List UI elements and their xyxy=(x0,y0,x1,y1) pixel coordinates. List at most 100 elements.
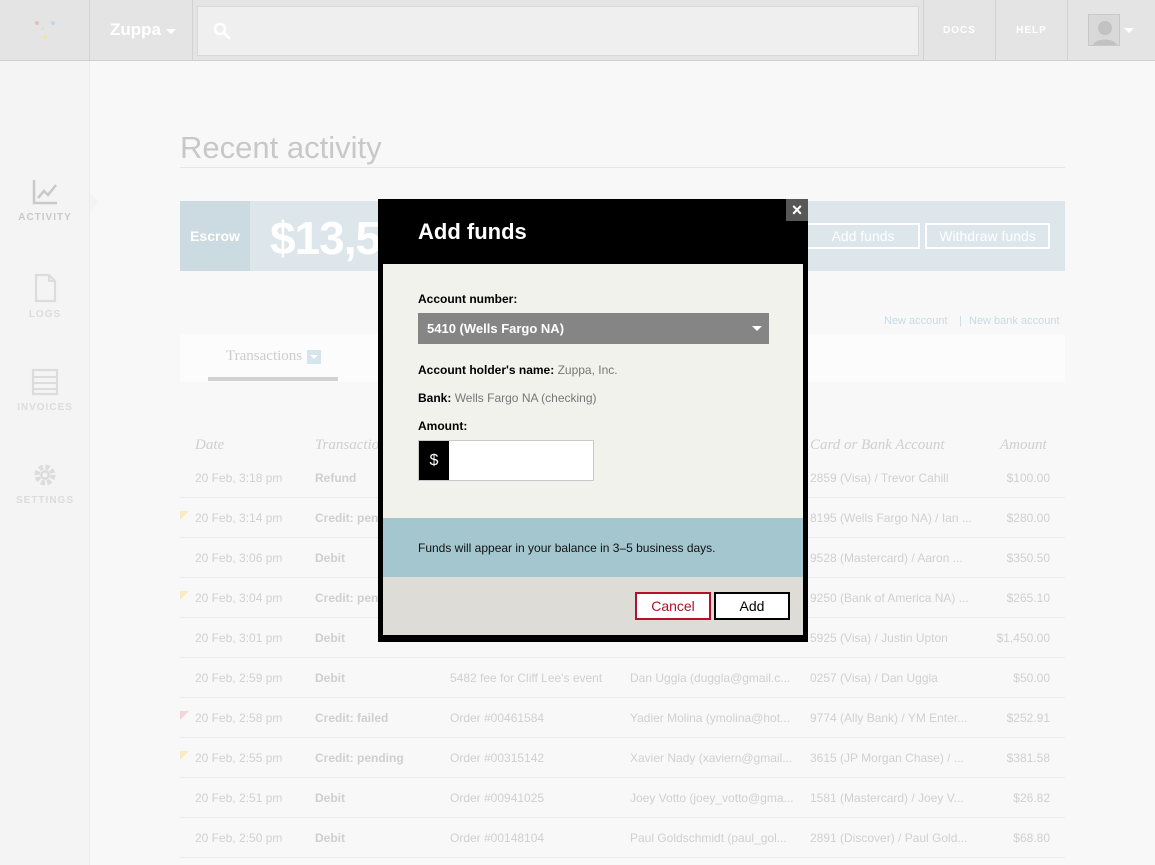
table-row[interactable]: 20 Feb, 2:55 pm Credit: pending Order #003… xyxy=(180,738,1065,778)
cell-amount: $26.82 xyxy=(1013,791,1050,805)
new-account-link[interactable]: New account xyxy=(884,315,948,327)
cell-type: Debit xyxy=(315,671,345,685)
brand-name: Zuppa xyxy=(110,20,161,39)
column-header-date[interactable]: Date xyxy=(195,437,224,454)
cell-card: 9774 (Ally Bank) / YM Enter... xyxy=(810,711,968,725)
cell-amount: $100.00 xyxy=(1006,471,1050,485)
sidebar-item-settings[interactable]: SETTINGS xyxy=(0,461,90,506)
new-bank-account-link[interactable]: New bank account xyxy=(969,315,1060,327)
cell-user: Paul Goldschmidt (paul_gol... xyxy=(630,831,787,845)
cell-date: 20 Feb, 3:14 pm xyxy=(195,511,283,525)
add-funds-button[interactable]: Add funds xyxy=(806,223,920,249)
dollar-prefix: $ xyxy=(419,441,449,480)
chevron-down-icon xyxy=(1124,28,1134,33)
table-row[interactable]: 20 Feb, 2:59 pm Debit 5482 fee for Cliff L… xyxy=(180,658,1065,698)
status-flag-failed xyxy=(180,711,189,720)
amount-label-text: Amount: xyxy=(418,419,468,433)
cell-card: 9250 (Bank of America NA) ... xyxy=(810,591,969,605)
sidebar-item-label: ACTIVITY xyxy=(18,212,72,223)
sidebar-item-activity[interactable]: ACTIVITY xyxy=(0,178,90,223)
cell-amount: $265.10 xyxy=(1006,591,1050,605)
bank-value: Wells Fargo NA (checking) xyxy=(454,391,597,405)
cell-type: Credit: pending xyxy=(315,751,404,765)
account-number-label: Account number: xyxy=(418,292,517,306)
cell-card: 2859 (Visa) / Trevor Cahill xyxy=(810,471,949,485)
cell-ref: Order #00941025 xyxy=(450,791,545,805)
active-tab-underline xyxy=(208,377,338,381)
amount-field-group: $ xyxy=(418,440,594,481)
user-menu[interactable] xyxy=(1067,0,1155,60)
cell-ref: Order #00315142 xyxy=(450,751,545,765)
invoices-table-icon xyxy=(31,368,59,396)
top-bar: Zuppa DOCS HELP xyxy=(0,0,1155,61)
sidebar: ACTIVITY LOGS INVOICES SETTINGS xyxy=(0,61,90,865)
cell-type: Debit xyxy=(315,831,345,845)
escrow-label: Escrow xyxy=(180,201,250,271)
add-funds-modal: Add funds Account number: 5410 (Wells Fa… xyxy=(378,199,808,642)
modal-footer: Cancel Add xyxy=(383,577,803,635)
account-holder-row: Account holder's name: Zuppa, Inc. xyxy=(418,363,618,377)
sidebar-item-invoices[interactable]: INVOICES xyxy=(0,368,90,413)
logs-document-icon xyxy=(34,273,57,303)
modal-title: Add funds xyxy=(418,219,527,244)
account-number-select[interactable]: 5410 (Wells Fargo NA) xyxy=(418,313,769,344)
help-link[interactable]: HELP xyxy=(995,0,1067,60)
page-title: Recent activity xyxy=(180,130,382,165)
activity-chart-icon xyxy=(32,180,57,205)
amount-label: Amount: xyxy=(418,419,467,433)
sidebar-item-logs[interactable]: LOGS xyxy=(0,273,90,320)
tab-transactions[interactable]: Transactions xyxy=(226,348,302,365)
status-flag-pending xyxy=(180,751,189,760)
cell-ref: 5482 fee for Cliff Lee's event xyxy=(450,671,603,685)
cell-user: Xavier Nady (xaviern@gmail... xyxy=(630,751,793,765)
withdraw-funds-button[interactable]: Withdraw funds xyxy=(925,223,1050,249)
brand-switcher[interactable]: Zuppa xyxy=(91,0,193,60)
table-row[interactable]: 20 Feb, 2:51 pm Debit Order #00941025 Joey … xyxy=(180,778,1065,818)
account-number-label-text: Account number: xyxy=(418,292,518,306)
cell-amount: $68.80 xyxy=(1013,831,1050,845)
add-button[interactable]: Add xyxy=(714,592,790,620)
column-header-transaction[interactable]: Transactio xyxy=(315,437,379,454)
cell-user: Joey Votto (joey_votto@gma... xyxy=(630,791,794,805)
cell-amount: $252.91 xyxy=(1006,711,1050,725)
logo-dot xyxy=(51,21,55,25)
cell-ref: Order #00461584 xyxy=(450,711,545,725)
table-row[interactable]: 20 Feb, 2:58 pm Credit: failed Order #0046… xyxy=(180,698,1065,738)
cell-card: 5925 (Visa) / Justin Upton xyxy=(810,631,948,645)
cell-card: 2891 (Discover) / Paul Gold... xyxy=(810,831,968,845)
column-header-card[interactable]: Card or Bank Account xyxy=(810,437,945,454)
cell-card: 0257 (Visa) / Dan Uggla xyxy=(810,671,938,685)
logo-dot xyxy=(35,21,39,25)
sidebar-item-label: INVOICES xyxy=(17,402,73,413)
cell-amount: $50.00 xyxy=(1013,671,1050,685)
settings-gear-icon xyxy=(34,464,56,486)
app-logo[interactable] xyxy=(0,0,90,60)
cell-date: 20 Feb, 3:01 pm xyxy=(195,631,283,645)
sidebar-active-indicator xyxy=(90,193,99,211)
docs-link[interactable]: DOCS xyxy=(923,0,995,60)
cell-card: 3615 (JP Morgan Chase) / ... xyxy=(810,751,964,765)
cancel-button[interactable]: Cancel xyxy=(635,592,711,620)
account-holder-value: Zuppa, Inc. xyxy=(557,363,618,377)
bank-label: Bank: xyxy=(418,391,452,405)
chevron-down-icon xyxy=(752,326,762,331)
logo-dot xyxy=(43,35,47,39)
status-flag-pending xyxy=(180,511,189,520)
cell-date: 20 Feb, 3:18 pm xyxy=(195,471,283,485)
funds-notice: Funds will appear in your balance in 3–5… xyxy=(383,518,803,577)
search-icon xyxy=(213,22,231,40)
amount-input[interactable] xyxy=(449,441,593,480)
cell-amount: $280.00 xyxy=(1006,511,1050,525)
table-row[interactable]: 20 Feb, 2:50 pm Debit Order #00148104 Paul … xyxy=(180,818,1065,858)
link-separator: | xyxy=(959,315,962,327)
cell-card: 1581 (Mastercard) / Joey V... xyxy=(810,791,964,805)
chevron-down-icon[interactable] xyxy=(307,350,321,364)
search-bar[interactable] xyxy=(197,6,919,56)
divider xyxy=(180,167,1065,168)
cell-date: 20 Feb, 3:04 pm xyxy=(195,591,283,605)
user-avatar-icon xyxy=(1089,15,1119,45)
cell-amount: $381.58 xyxy=(1006,751,1050,765)
close-icon[interactable]: × xyxy=(786,199,808,221)
column-header-amount[interactable]: Amount xyxy=(1000,437,1047,454)
cell-card: 8195 (Wells Fargo NA) / Ian ... xyxy=(810,511,972,525)
